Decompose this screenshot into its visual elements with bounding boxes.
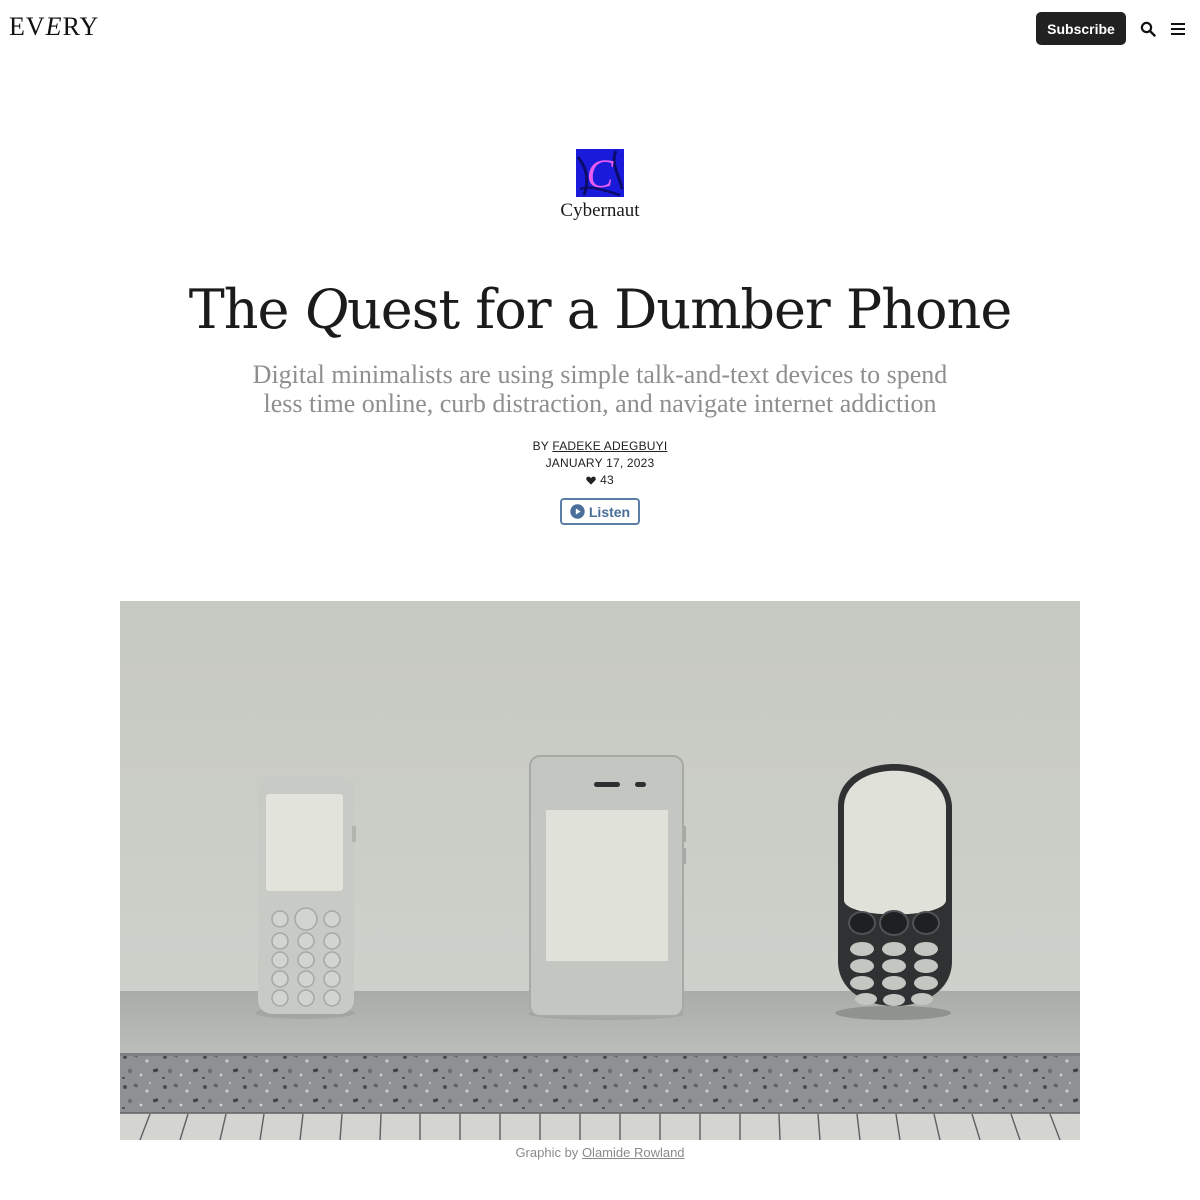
title-part-1: The <box>188 278 305 341</box>
title-decorative-q: Q <box>304 275 348 341</box>
top-navigation-bar: EVERY Subscribe <box>0 0 1200 56</box>
logo-text-left: EV <box>9 12 46 41</box>
like-count[interactable]: 43 <box>0 473 1200 487</box>
every-logo[interactable]: EVERY <box>9 12 99 42</box>
light-phone-illustration <box>528 755 686 1020</box>
author-link[interactable]: FADEKE ADEGBUYI <box>552 439 667 453</box>
logo-text-right: RY <box>62 12 100 41</box>
cybernaut-logo[interactable]: C <box>576 149 624 197</box>
listen-label: Listen <box>588 503 631 520</box>
hero-image <box>120 601 1080 1140</box>
byline-prefix: BY <box>532 439 549 453</box>
listen-button[interactable]: Listen <box>560 498 640 525</box>
search-icon[interactable] <box>1140 21 1156 37</box>
cybernaut-logo-letter: C <box>587 151 615 196</box>
article-title: The Quest for a Dumber Phone <box>0 272 1200 346</box>
subscribe-button[interactable]: Subscribe <box>1036 12 1126 45</box>
article-subtitle: Digital minimalists are using simple tal… <box>252 360 948 418</box>
heart-icon <box>586 476 596 485</box>
logo-text-mid: E <box>45 12 63 41</box>
like-count-value: 43 <box>600 473 614 487</box>
publish-date: JANUARY 17, 2023 <box>545 456 655 470</box>
hero-caption: Graphic by Olamide Rowland <box>0 1145 1200 1160</box>
menu-icon[interactable] <box>1170 22 1186 36</box>
nokia-phone-illustration <box>835 763 952 1020</box>
play-icon <box>570 504 585 519</box>
title-part-2: uest for a Dumber Phone <box>346 278 1012 341</box>
publication-name[interactable]: Cybernaut <box>0 200 1200 222</box>
caption-prefix: Graphic by <box>515 1145 579 1160</box>
illustrator-link[interactable]: Olamide Rowland <box>582 1145 685 1160</box>
byline: BY FADEKE ADEGBUYI <box>0 439 1200 453</box>
minimal-phone-illustration <box>255 776 356 1019</box>
